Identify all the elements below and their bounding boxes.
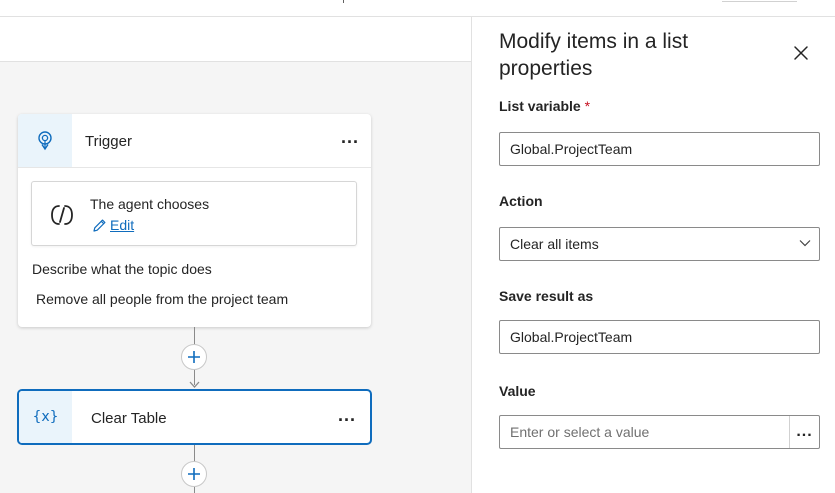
add-step-button-1[interactable] <box>181 344 207 370</box>
lightbulb-trigger-icon <box>38 130 52 150</box>
agent-card-title: The agent chooses <box>90 196 210 212</box>
agent-chooses-card[interactable]: The agent chooses Edit <box>31 181 357 246</box>
action-selected-value: Clear all items <box>510 236 599 252</box>
action-dropdown[interactable]: Clear all items <box>499 227 820 261</box>
trigger-more-button[interactable]: ... <box>341 128 359 146</box>
close-icon[interactable] <box>792 44 810 62</box>
plus-icon <box>188 468 200 480</box>
chevron-down-icon <box>799 240 811 247</box>
pencil-icon <box>93 219 106 232</box>
action-label: Action <box>499 193 543 209</box>
value-placeholder: Enter or select a value <box>510 424 650 440</box>
top-toolbar-strip <box>0 0 835 17</box>
trigger-title: Trigger <box>85 133 132 150</box>
panel-title: Modify items in a list properties <box>499 30 689 80</box>
value-input[interactable]: Enter or select a value ... <box>499 415 820 449</box>
canvas-toolbar <box>0 17 471 62</box>
clear-table-node[interactable]: {x} Clear Table ... <box>17 389 372 445</box>
value-more-button[interactable]: ... <box>789 416 819 448</box>
save-result-label: Save result as <box>499 288 594 304</box>
top-strip-button-edge[interactable] <box>722 0 797 2</box>
description-label: Describe what the topic does <box>32 261 212 277</box>
description-value[interactable]: Remove all people from the project team <box>36 291 288 307</box>
authoring-canvas[interactable]: Trigger ... The agent chooses Edit Descr… <box>0 17 471 493</box>
clear-table-title: Clear Table <box>91 410 167 427</box>
value-label: Value <box>499 383 536 399</box>
top-strip-divider <box>343 0 344 3</box>
add-step-button-2[interactable] <box>181 461 207 487</box>
list-variable-label-text: List variable <box>499 98 581 114</box>
agent-logo-icon <box>51 205 73 225</box>
plus-icon <box>188 351 200 363</box>
edit-link[interactable]: Edit <box>92 217 134 233</box>
trigger-node-header: Trigger ... <box>18 114 371 168</box>
clear-table-more-button[interactable]: ... <box>338 406 356 424</box>
arrow-down-icon <box>189 381 200 388</box>
properties-panel: Modify items in a list properties List v… <box>471 17 835 493</box>
required-marker: * <box>584 98 591 114</box>
list-variable-input[interactable]: Global.ProjectTeam <box>499 132 820 166</box>
trigger-node[interactable]: Trigger ... The agent chooses Edit Descr… <box>18 114 371 327</box>
variable-icon-box: {x} <box>19 391 72 443</box>
trigger-icon-box <box>18 114 72 167</box>
list-variable-label: List variable * <box>499 98 590 114</box>
save-result-input[interactable]: Global.ProjectTeam <box>499 320 820 354</box>
variable-icon: {x} <box>32 409 59 425</box>
edit-link-label[interactable]: Edit <box>110 217 134 233</box>
